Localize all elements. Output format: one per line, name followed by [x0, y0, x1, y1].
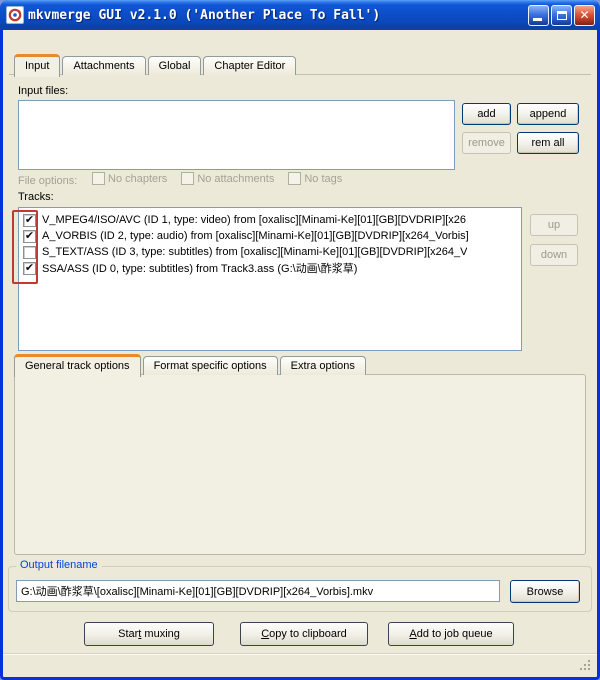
- file-options-label: File options:: [18, 175, 77, 187]
- tab-extra-options[interactable]: Extra options: [280, 356, 366, 375]
- start-muxing-label-rest: muxing: [141, 628, 180, 640]
- add-to-job-queue-button[interactable]: Add to job queue: [388, 622, 514, 646]
- track-checkbox[interactable]: ✔: [23, 246, 36, 259]
- output-filename-input[interactable]: [16, 580, 500, 602]
- copy-to-clipboard-button[interactable]: Copy to clipboard: [240, 622, 368, 646]
- minimize-button[interactable]: [528, 5, 549, 26]
- copy-accesskey: C: [261, 628, 269, 640]
- tracks-listbox[interactable]: ✔ V_MPEG4/ISO/AVC (ID 1, type: video) fr…: [18, 207, 522, 351]
- start-muxing-button[interactable]: Start muxing: [84, 622, 214, 646]
- track-checkbox[interactable]: ✔: [23, 230, 36, 243]
- tab-chapter-editor[interactable]: Chapter Editor: [203, 56, 296, 75]
- mkvmerge-logo-icon: [8, 8, 22, 22]
- input-file-item[interactable]: [19, 102, 454, 103]
- input-files-label: Input files:: [18, 85, 68, 97]
- addq-label-rest: dd to job queue: [417, 628, 493, 640]
- status-bar: [3, 653, 597, 677]
- track-label: V_MPEG4/ISO/AVC (ID 1, type: video) from…: [42, 214, 466, 226]
- titlebar[interactable]: mkvmerge GUI v2.1.0 ('Another Place To F…: [0, 0, 600, 30]
- maximize-button[interactable]: [551, 5, 572, 26]
- track-row[interactable]: ✔ S_TEXT/ASS (ID 3, type: subtitles) fro…: [19, 244, 521, 260]
- main-tabs: Input Attachments Global Chapter Editor: [14, 53, 298, 75]
- menu-item[interactable]: [71, 40, 87, 44]
- tab-general-track-options[interactable]: General track options: [14, 354, 141, 377]
- append-button[interactable]: append: [517, 103, 579, 125]
- output-browse-button[interactable]: Browse: [510, 580, 580, 603]
- tab-attachments[interactable]: Attachments: [62, 56, 145, 75]
- track-down-button: down: [530, 244, 578, 266]
- menubar: [3, 30, 597, 53]
- file-option-checkbox: ✔: [181, 172, 194, 185]
- resize-grip-icon[interactable]: [580, 660, 592, 672]
- tracks-label: Tracks:: [18, 191, 54, 203]
- window-title: mkvmerge GUI v2.1.0 ('Another Place To F…: [28, 8, 522, 23]
- minimize-icon: [533, 18, 542, 21]
- addq-accesskey: A: [409, 628, 416, 640]
- window-controls: ✕: [528, 5, 595, 26]
- maximize-icon: [557, 11, 567, 20]
- remove-button: remove: [462, 132, 511, 154]
- track-checkbox[interactable]: ✔: [23, 214, 36, 227]
- file-option-checkbox: ✔: [92, 172, 105, 185]
- menu-item[interactable]: [39, 40, 55, 44]
- tab-format-specific-options[interactable]: Format specific options: [143, 356, 278, 375]
- close-button[interactable]: ✕: [574, 5, 595, 26]
- menu-item[interactable]: [55, 40, 71, 44]
- file-options-row: ✔ No chapters ✔ No attachments ✔ No tags: [92, 172, 342, 185]
- mkvmerge-window: mkvmerge GUI v2.1.0 ('Another Place To F…: [0, 0, 600, 680]
- close-icon: ✕: [579, 9, 589, 21]
- track-up-button: up: [530, 214, 578, 236]
- file-option: ✔ No tags: [288, 172, 342, 185]
- file-option-label: No attachments: [197, 173, 274, 185]
- file-option: ✔ No attachments: [181, 172, 274, 185]
- track-options-panel: [14, 374, 586, 555]
- track-row[interactable]: ✔ SSA/ASS (ID 0, type: subtitles) from T…: [19, 260, 521, 276]
- menu-item[interactable]: [7, 40, 23, 44]
- input-files-listbox[interactable]: [18, 100, 455, 170]
- track-label: SSA/ASS (ID 0, type: subtitles) from Tra…: [42, 260, 357, 276]
- app-icon: [6, 6, 24, 24]
- tab-global[interactable]: Global: [148, 56, 202, 75]
- file-option-label: No tags: [304, 173, 342, 185]
- track-row[interactable]: ✔ A_VORBIS (ID 2, type: audio) from [oxa…: [19, 228, 521, 244]
- file-option-checkbox: ✔: [288, 172, 301, 185]
- track-option-tabs: General track options Format specific op…: [14, 353, 368, 375]
- file-option: ✔ No chapters: [92, 172, 167, 185]
- track-checkbox[interactable]: ✔: [23, 262, 36, 275]
- start-muxing-label: Star: [118, 628, 138, 640]
- track-label: S_TEXT/ASS (ID 3, type: subtitles) from …: [42, 246, 467, 258]
- output-filename-caption: Output filename: [16, 559, 102, 571]
- copy-label-rest: opy to clipboard: [269, 628, 347, 640]
- menu-item[interactable]: [23, 40, 39, 44]
- track-label: A_VORBIS (ID 2, type: audio) from [oxali…: [42, 230, 469, 242]
- add-button[interactable]: add: [462, 103, 511, 125]
- file-option-label: No chapters: [108, 173, 167, 185]
- tab-input[interactable]: Input: [14, 54, 60, 77]
- rem-all-button[interactable]: rem all: [517, 132, 579, 154]
- track-row[interactable]: ✔ V_MPEG4/ISO/AVC (ID 1, type: video) fr…: [19, 212, 521, 228]
